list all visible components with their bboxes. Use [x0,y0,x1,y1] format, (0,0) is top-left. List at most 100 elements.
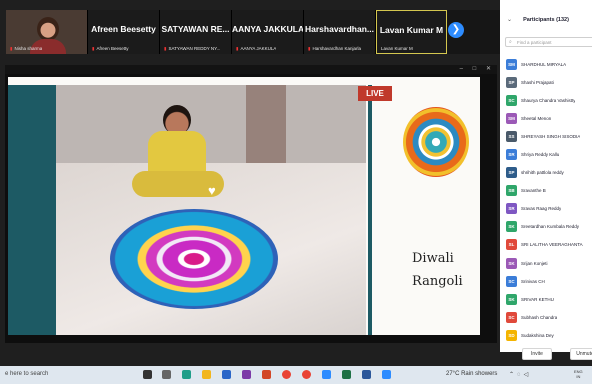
participant-avatar: SC [506,94,517,106]
participant-name: Shaurya Chandra Vashistty [521,97,576,103]
close-icon[interactable]: ✕ [486,66,491,72]
slide-photo: ♥ [56,85,366,335]
participant-name: Shashi Prajapati [521,79,554,85]
participant-avatar: SD [506,329,517,341]
video-tile-name: ▮ Afreen Beesetty [92,46,129,51]
minimize-icon[interactable]: – [460,66,463,72]
participant-avatar: SM [506,58,517,70]
weather-widget[interactable]: 27°C Rain showers [446,371,497,377]
invite-button[interactable]: Invite [522,348,552,360]
participant-row[interactable]: SB Sravanthe B [506,182,592,200]
task-view-icon[interactable] [162,370,171,379]
video-tile-title: SATYAWAN RE... [161,24,230,34]
word-icon[interactable] [362,370,371,379]
participant-name: Srijan Konjeti [521,260,548,266]
participant-row[interactable]: SK Sreetardhan Kumbala Reddy [506,218,592,236]
participant-avatar: SP [506,167,517,179]
search-icon: ⌕ [509,39,512,45]
chevron-right-icon: ❯ [451,24,461,35]
self-video-tile[interactable]: ▮ Nisha sharma [6,10,88,54]
participant-avatar: SM [506,112,517,124]
wifi-icon: ◌ [517,372,524,378]
video-tile[interactable]: Harshavardhan... ▮ Harshavardhan Kanjarla [304,10,376,54]
participant-row[interactable]: SC Srinivas CH [506,272,592,290]
participant-row[interactable]: SR Shriya Reddy Kallu [506,145,592,163]
participant-name: Sudakshina Dey [521,332,554,338]
slide-title: Diwali Rangoli [412,247,480,293]
zoom-icon[interactable] [322,370,331,379]
excel-icon[interactable] [342,370,351,379]
video-tile-title: Harshavardhan... [305,24,374,34]
participant-row[interactable]: SP Shashi Prajapati [506,73,592,91]
participant-search-input[interactable]: ⌕ Find a participant [505,37,592,47]
participant-row[interactable]: SL SRI LALITHA VEERAGHANTA [506,236,592,254]
maximize-icon[interactable]: □ [473,66,477,72]
edge-icon[interactable] [182,370,191,379]
participant-name: SRI LALITHA VEERAGHANTA [521,242,583,248]
participant-avatar: SB [506,185,517,197]
shared-screen-window: – □ ✕ ♥ LIVE Diwali Rangoli [5,65,497,343]
windows-taskbar: e here to search 27°C Rain showers ⌃◌◁ E… [0,366,592,384]
participant-row[interactable]: SK Srijan Konjeti [506,254,592,272]
participant-row[interactable]: SR Sravas Raag Reddy [506,200,592,218]
video-tile[interactable]: AANYA JAKKULA ▮ AANYA JAKKULA [232,10,304,54]
participants-panel-title: Participants (132) [523,17,569,23]
participant-name: Sravas Raag Reddy [521,206,562,212]
participant-name: SRIVAR KETHU [521,296,554,302]
video-tile[interactable]: Afreen Beesetty ▮ Afreen Beesetty [88,10,160,54]
zoom-meeting-icon[interactable] [382,370,391,379]
next-page-button[interactable]: ❯ [448,22,464,38]
participant-row[interactable]: SC Shaurya Chandra Vashistty [506,91,592,109]
participant-row[interactable]: SC Subhash Chandra [506,308,592,326]
system-tray[interactable]: ⌃◌◁ [509,371,531,378]
mic-muted-icon: ▮ [10,46,13,51]
language-indicator[interactable]: ENG IN [574,369,583,379]
participant-name: Shriya Reddy Kallu [521,152,560,158]
mail-icon[interactable] [222,370,231,379]
participant-avatar: SR [506,149,517,161]
search-placeholder: Find a participant [517,40,552,45]
taskbar-search[interactable]: e here to search [5,371,48,377]
chrome-icon[interactable] [302,370,311,379]
video-tile-active-speaker[interactable]: Lavan Kumar M Lavan Kumar M [376,10,447,54]
participant-row[interactable]: SM SHARDHUL MIRYALA [506,55,592,73]
video-tile-title: Afreen Beesetty [91,24,156,34]
volume-icon: ◁ [523,372,532,378]
participant-name: shrihith pattlola reddy [521,170,564,176]
slide-border-right [368,85,372,335]
language-region: IN [576,374,581,379]
participant-name: Srinivas CH [521,278,545,284]
file-explorer-icon[interactable] [202,370,211,379]
video-tile-name: ▮ SATYAWAN REDDY NY... [164,46,221,51]
slide-border-left [8,85,56,335]
participant-row[interactable]: SS SHREYASH SINGH SISODIA [506,127,592,145]
participant-avatar: SK [506,221,517,233]
shared-window-controls: – □ ✕ [5,65,497,74]
photo-door [246,85,286,165]
participant-name: Sreetardhan Kumbala Reddy [521,224,580,230]
participant-row[interactable]: SP shrihith pattlola reddy [506,164,592,182]
participant-row[interactable]: SK SRIVAR KETHU [506,290,592,308]
powerpoint-icon[interactable] [262,370,271,379]
participant-avatar: SC [506,275,517,287]
unmute-button[interactable]: Unmute [570,348,592,360]
video-thumbnail-strip: ▮ Nisha sharma Afreen Beesetty ▮ Afreen Be… [6,10,500,54]
video-tile-name: ▮ Harshavardhan Kanjarla [308,46,362,51]
participant-name: Sravanthe B [521,188,546,194]
video-tile[interactable]: SATYAWAN RE... ▮ SATYAWAN REDDY NY... [160,10,232,54]
participant-list: SM SHARDHUL MIRYALA SP Shashi Prajapati SC Sh… [506,55,592,345]
slide-title-line: Rangoli [412,274,463,289]
chrome-icon[interactable] [282,370,291,379]
start-icon[interactable] [143,370,152,379]
teams-icon[interactable] [242,370,251,379]
presentation-slide: ♥ LIVE Diwali Rangoli [8,77,480,335]
participant-row[interactable]: SD Sudakshina Dey [506,326,592,344]
rangoli-artwork [110,209,278,309]
participants-panel: ⌄ Participants (132) ⌕ Find a participan… [500,0,592,360]
participant-avatar: SK [506,257,517,269]
participant-avatar: SR [506,203,517,215]
participant-row[interactable]: SM Sheetal Menon [506,109,592,127]
video-tile-title: AANYA JAKKULA [232,24,303,34]
mandala-decoration [403,107,469,177]
participant-name: SHARDHUL MIRYALA [521,61,567,67]
